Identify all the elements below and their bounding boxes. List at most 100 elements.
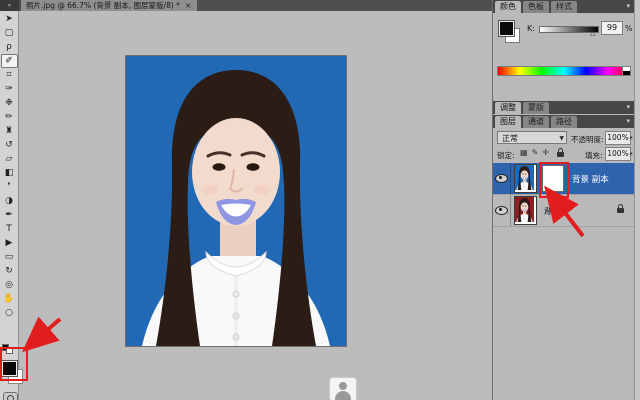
tools-panel: ➤ ▢ ρ ✐ ⌗ ✑ ❉✏ ♜ ↺ ▱ ◧ ❜ ◑ ✒ T ▶ ▭ ↻ ◎ ✋ ○ (0, 11, 19, 400)
path-selection-tool[interactable]: ▶ (1, 236, 18, 250)
layer-name[interactable]: 背景 (543, 205, 560, 217)
lock-all-icon[interactable] (557, 152, 564, 157)
eraser-tool[interactable]: ▱ (1, 152, 18, 166)
opacity-field[interactable]: 100% (605, 131, 631, 145)
eyedropper-tool[interactable]: ✑ (1, 82, 18, 96)
visibility-cell[interactable] (493, 163, 511, 194)
dodge-tool-icon: ◑ (5, 196, 13, 206)
spectrum-black-swatch[interactable] (622, 71, 630, 75)
eyedropper-tool-icon: ✑ (5, 84, 13, 94)
tab-adjustments[interactable]: 调整 (495, 102, 521, 114)
k-slider-thumb[interactable]: △ (590, 29, 595, 37)
lock-label: 锁定: (497, 150, 515, 161)
quick-mask-button[interactable] (3, 392, 18, 400)
tab-channels[interactable]: 通道 (523, 116, 549, 128)
lasso-tool[interactable]: ρ (1, 40, 18, 54)
history-brush-tool-icon: ↺ (5, 140, 13, 150)
fill-label: 填充: (585, 150, 603, 161)
clone-stamp-tool[interactable]: ♜ (1, 124, 18, 138)
close-icon[interactable]: × (185, 0, 192, 11)
orbit-3d-tool-icon: ◎ (5, 280, 13, 290)
move-tool[interactable]: ➤ (1, 12, 18, 26)
lock-option-icon[interactable]: ▦ (520, 148, 528, 157)
color-panel: K: △ 99 % (493, 13, 634, 88)
opacity-spinner-icon[interactable]: ▸ (630, 134, 633, 141)
layer-row-background-copy[interactable]: 背景 副本 (493, 163, 634, 194)
crop-tool-icon: ⌗ (6, 70, 11, 80)
path-selection-tool-icon: ▶ (6, 238, 13, 248)
panel-menu-icon[interactable]: ▾ (626, 117, 630, 125)
layer-thumbnail[interactable] (514, 164, 537, 193)
tab-layers[interactable]: 图层 (495, 116, 521, 128)
eye-icon[interactable] (495, 206, 508, 215)
panel-foreground-swatch[interactable] (499, 21, 514, 36)
pen-tool-icon: ✒ (5, 210, 13, 220)
fill-spinner-icon[interactable]: ▸ (630, 150, 633, 157)
rect-marquee-tool-icon: ▢ (5, 28, 14, 38)
rect-shape-tool[interactable]: ▭ (1, 250, 18, 264)
clone-stamp-tool-icon: ♜ (5, 126, 13, 136)
avatar-head-icon (339, 382, 347, 390)
blend-mode-select[interactable]: 正常 ▼ (497, 131, 567, 144)
layer-name[interactable]: 背景 副本 (572, 173, 609, 185)
document-canvas[interactable] (125, 55, 347, 347)
k-slider-label: K: (527, 24, 535, 33)
document-tabstrip: 照片.jpg @ 66.7% (背景 副本, 图层蒙版/8) * × (19, 0, 492, 11)
rect-shape-tool-icon: ▭ (5, 252, 14, 262)
crop-tool[interactable]: ⌗ (1, 68, 18, 82)
annotation-box-layer-mask (539, 162, 569, 198)
blend-mode-row: 正常 ▼ 不透明度: 100% ▸ (493, 131, 634, 145)
tab-paths[interactable]: 路径 (551, 116, 577, 128)
pen-tool[interactable]: ✒ (1, 208, 18, 222)
hand-tool[interactable]: ✋ (1, 292, 18, 306)
rect-marquee-tool[interactable]: ▢ (1, 26, 18, 40)
blur-tool[interactable]: ❜ (1, 180, 18, 194)
lock-option-icon[interactable]: ✛ (542, 148, 549, 157)
panel-menu-icon[interactable]: ▾ (626, 2, 630, 10)
quick-selection-tool[interactable]: ✐ (1, 54, 18, 68)
color-spectrum-bar[interactable] (497, 66, 631, 76)
fill-field[interactable]: 100% (605, 147, 631, 161)
blend-mode-value: 正常 (502, 134, 518, 143)
tools-panel-collapse[interactable]: » (0, 0, 19, 11)
eye-icon[interactable] (495, 174, 508, 183)
layer-row-background[interactable]: 背景 (493, 194, 634, 227)
color-panel-tabs: 颜色色板样式 ▾ (493, 0, 634, 13)
layers-panel: 正常 ▼ 不透明度: 100% ▸ 锁定: ▦ ✎✛ 填充: 100% ▸ (493, 128, 634, 400)
annotation-box-foreground-color (0, 347, 28, 381)
brush-tool[interactable]: ✏ (1, 110, 18, 124)
gradient-tool[interactable]: ◧ (1, 166, 18, 180)
quick-selection-tool-icon: ✐ (5, 56, 13, 66)
lock-option-icon[interactable]: ✎ (532, 148, 539, 157)
document-tab-title: 照片.jpg @ 66.7% (背景 副本, 图层蒙版/8) * (26, 0, 180, 11)
tab-styles[interactable]: 样式 (551, 1, 577, 13)
tab-swatches[interactable]: 色板 (523, 1, 549, 13)
layers-panel-tabs: 图层通道路径 ▾ (493, 115, 634, 128)
hand-tool-icon: ✋ (3, 294, 14, 304)
blur-tool-icon: ❜ (8, 182, 11, 192)
chevron-down-icon: ▼ (559, 132, 564, 145)
dodge-tool[interactable]: ◑ (1, 194, 18, 208)
tab-color[interactable]: 颜色 (495, 1, 521, 13)
document-tab[interactable]: 照片.jpg @ 66.7% (背景 副本, 图层蒙版/8) * × (21, 0, 197, 11)
zoom-tool[interactable]: ○ (1, 306, 18, 320)
layer-lock-icon (617, 208, 624, 213)
quick-mask-icon (7, 395, 14, 400)
healing-brush-tool[interactable]: ❉ (1, 96, 18, 110)
adjustments-panel-tabs: 调整蒙版 ▾ (493, 101, 634, 114)
move-tool-icon: ➤ (5, 14, 13, 24)
rotate-view-tool[interactable]: ↻ (1, 264, 18, 278)
visibility-cell[interactable] (493, 195, 511, 226)
type-tool[interactable]: T (1, 222, 18, 236)
panel-menu-icon[interactable]: ▾ (626, 103, 630, 111)
orbit-3d-tool[interactable]: ◎ (1, 278, 18, 292)
dock-edge (634, 0, 640, 400)
tab-masks[interactable]: 蒙版 (523, 102, 549, 114)
lock-row: 锁定: ▦ ✎✛ 填充: 100% ▸ (493, 147, 634, 161)
rotate-view-tool-icon: ↻ (5, 266, 13, 276)
gradient-tool-icon: ◧ (5, 168, 14, 178)
avatar-shoulders-icon (335, 391, 351, 400)
history-brush-tool[interactable]: ↺ (1, 138, 18, 152)
layer-thumbnail[interactable] (514, 196, 537, 225)
k-value-field[interactable]: 99 (601, 21, 623, 35)
